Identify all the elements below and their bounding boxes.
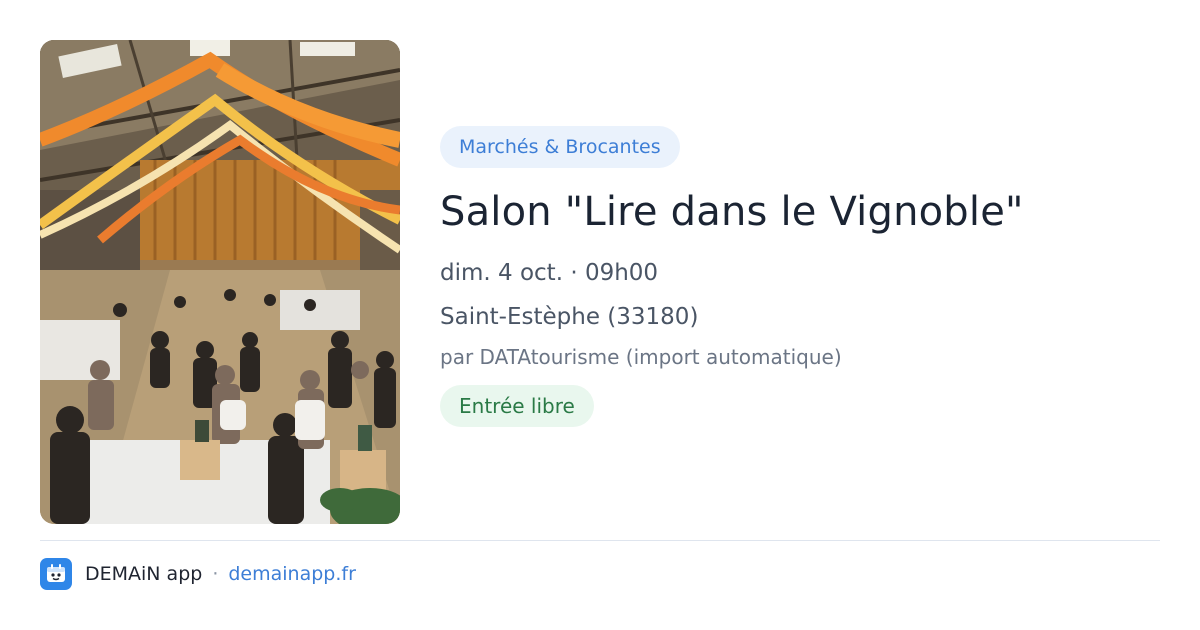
footer: DEMAiN app · demainapp.fr [40,557,356,591]
event-info: Marchés & Brocantes Salon "Lire dans le … [440,126,1160,427]
app-name: DEMAiN app [85,563,203,585]
event-title: Salon "Lire dans le Vignoble" [440,189,1024,235]
price-badge: Entrée libre [440,385,594,427]
category-badge[interactable]: Marchés & Brocantes [440,126,680,168]
event-source: par DATAtourisme (import automatique) [440,345,842,369]
footer-divider [40,540,1160,541]
event-share-card: Marchés & Brocantes Salon "Lire dans le … [0,0,1200,630]
event-photo [40,40,400,524]
demain-app-icon[interactable] [40,558,72,590]
footer-separator: · [212,563,219,585]
app-website-link[interactable]: demainapp.fr [228,563,356,585]
event-location: Saint-Estèphe (33180) [440,304,699,330]
event-datetime: dim. 4 oct. · 09h00 [440,260,659,286]
